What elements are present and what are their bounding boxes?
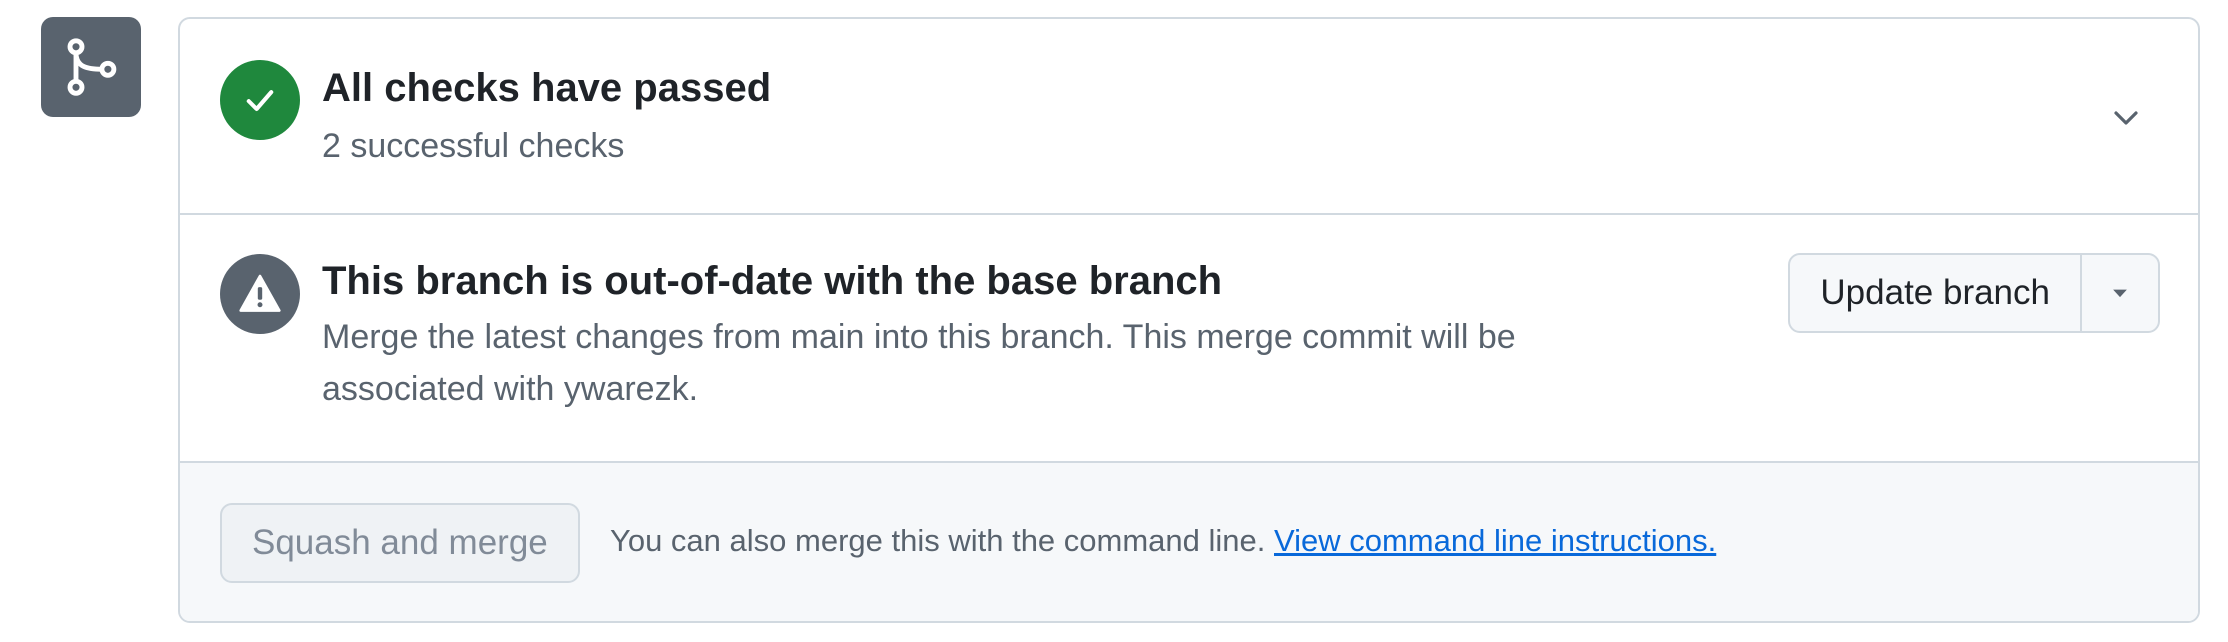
command-line-note-text: You can also merge this with the command…: [610, 523, 1266, 558]
chevron-down-icon: [2114, 111, 2138, 125]
branch-status-indicator: [220, 254, 300, 334]
git-merge-icon: [67, 38, 117, 96]
update-branch-split-button: Update branch: [1788, 253, 2160, 333]
branch-status-title: This branch is out-of-date with the base…: [322, 259, 1223, 303]
checks-section: All checks have passed 2 successful chec…: [180, 19, 2198, 215]
merge-status-badge: [41, 17, 141, 117]
command-line-note: You can also merge this with the command…: [610, 523, 1716, 559]
branch-status-description: Merge the latest changes from main into …: [322, 318, 1516, 408]
merge-panel-page: All checks have passed 2 successful chec…: [0, 0, 2228, 642]
update-branch-dropdown-button[interactable]: [2080, 255, 2158, 331]
merge-action-section: Squash and merge You can also merge this…: [180, 463, 2198, 621]
merge-box: All checks have passed 2 successful chec…: [178, 17, 2200, 623]
squash-and-merge-button[interactable]: Squash and merge: [220, 503, 580, 583]
checks-status-indicator: [220, 60, 300, 140]
checks-subtitle: 2 successful checks: [322, 127, 625, 165]
check-icon: [246, 90, 274, 112]
expand-checks-button[interactable]: [2106, 97, 2146, 137]
checks-title: All checks have passed: [322, 66, 772, 110]
branch-status-section: This branch is out-of-date with the base…: [180, 215, 2198, 463]
triangle-down-icon: [2113, 289, 2127, 298]
alert-icon: [239, 274, 281, 312]
update-branch-button[interactable]: Update branch: [1790, 255, 2080, 331]
view-command-line-instructions-link[interactable]: View command line instructions.: [1274, 523, 1716, 558]
